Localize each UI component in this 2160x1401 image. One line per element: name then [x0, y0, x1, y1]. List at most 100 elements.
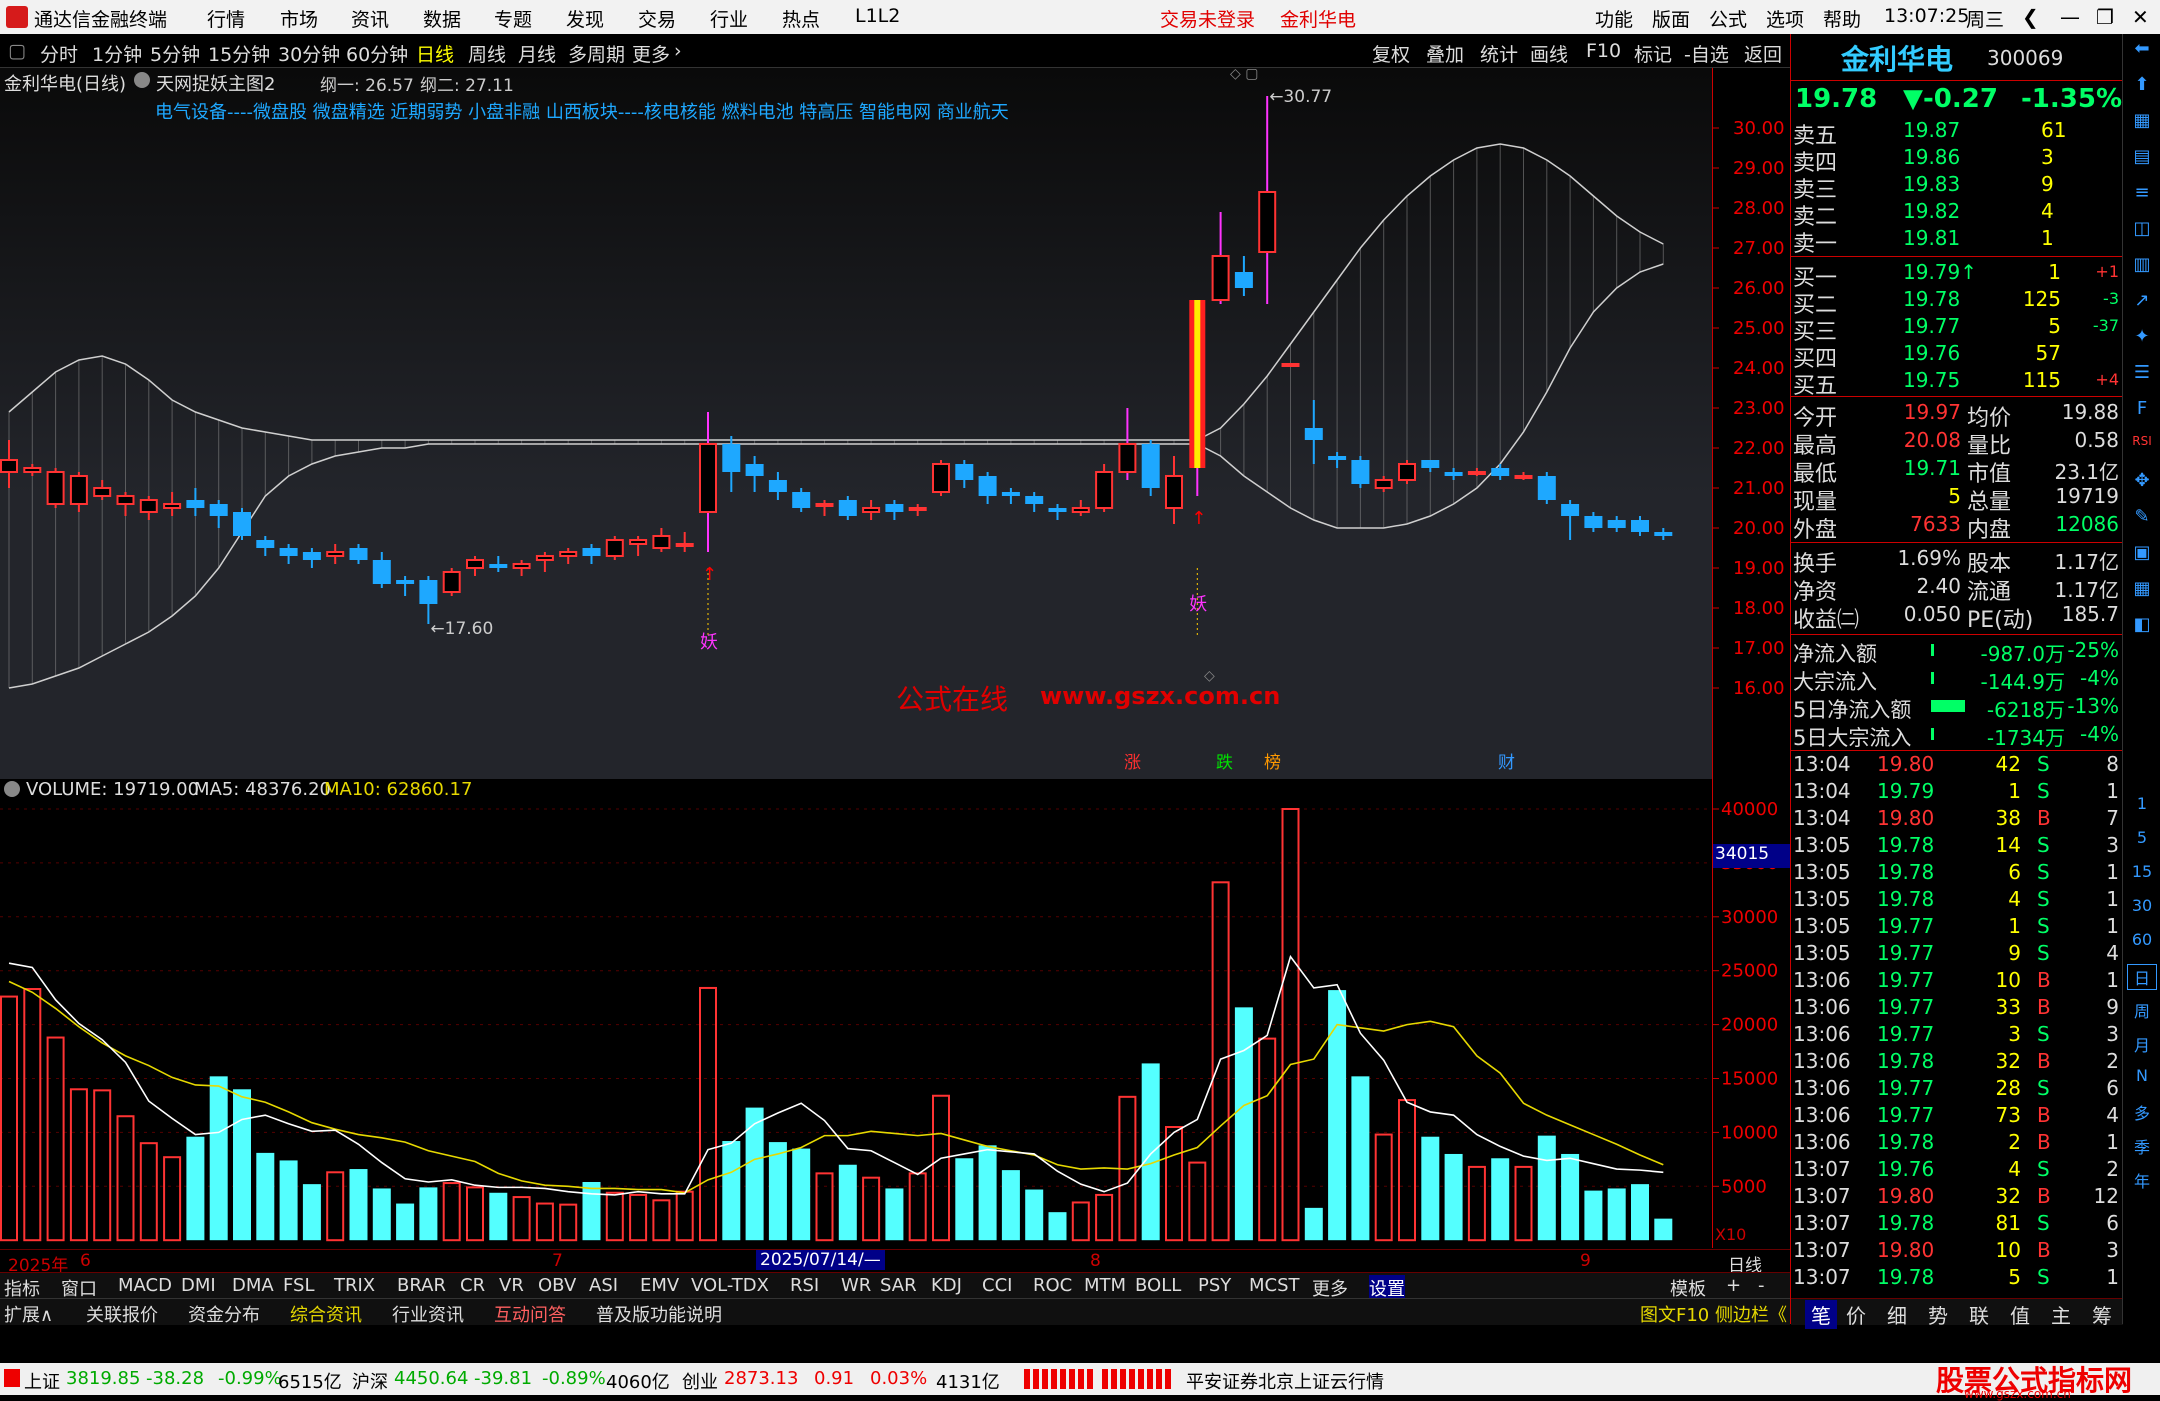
volume-menu-icon[interactable] — [4, 781, 20, 797]
period-weekly[interactable]: 周线 — [468, 40, 506, 67]
indicator-tab-5[interactable]: FSL — [283, 1275, 315, 1296]
sidebar-tab-4[interactable]: 联 — [1969, 1300, 1989, 1329]
minimize-icon[interactable]: — — [2060, 5, 2080, 29]
close-icon[interactable]: ✕ — [2132, 5, 2149, 29]
extension-tab-3[interactable]: 综合资讯 — [290, 1301, 362, 1327]
btn-return[interactable]: 返回 — [1744, 40, 1782, 67]
period-5min[interactable]: 5分钟 — [150, 40, 200, 67]
period-shortcut-3[interactable]: 30 — [2127, 896, 2157, 915]
indicator-tab-3[interactable]: DMI — [181, 1275, 216, 1296]
tool-icon-12[interactable]: ✥ — [2127, 470, 2157, 491]
period-multi[interactable]: 多周期 — [568, 40, 625, 67]
period-shortcut-10[interactable]: 季 — [2127, 1134, 2157, 1158]
tool-icon-16[interactable]: ◧ — [2127, 614, 2157, 635]
volume-svg[interactable] — [0, 779, 1712, 1249]
btn-f10[interactable]: F10 — [1586, 40, 1621, 62]
kline-chart[interactable]: ←30.77 ←17.60 ↑ 妖 ↑ 妖涨 跌 榜 财 金利华电(日线) 天网捉妖主图2 纲一… — [0, 66, 1790, 779]
btn-watchlist[interactable]: -自选 — [1684, 40, 1729, 67]
broker-name[interactable]: 平安证券北京上证云行情 — [1186, 1368, 1384, 1394]
period-shortcut-1[interactable]: 5 — [2127, 828, 2157, 847]
tool-icon-5[interactable]: ◫ — [2127, 218, 2157, 239]
sidebar-toggle[interactable]: 图文F10 侧边栏《 — [1640, 1301, 1787, 1327]
restore-icon[interactable]: ❐ — [2096, 5, 2114, 29]
menu-data[interactable]: 数据 — [423, 5, 461, 32]
btn-stats[interactable]: 统计 — [1480, 40, 1518, 67]
sidebar-tab-0[interactable]: 笔 — [1805, 1300, 1837, 1329]
kline-svg[interactable]: ←30.77 ←17.60 ↑ 妖 ↑ 妖涨 跌 榜 财 — [0, 68, 1712, 779]
period-shortcut-4[interactable]: 60 — [2127, 930, 2157, 949]
menu-trade[interactable]: 交易 — [638, 5, 676, 32]
tool-icon-15[interactable]: ▦ — [2127, 578, 2157, 599]
indicator-tab-8[interactable]: CR — [460, 1275, 485, 1296]
period-shortcut-5[interactable]: 日 — [2127, 964, 2157, 990]
indicator-tab-22[interactable]: PSY — [1198, 1275, 1231, 1296]
indicator-tab-20[interactable]: MTM — [1084, 1275, 1126, 1296]
tool-icon-8[interactable]: ✦ — [2127, 326, 2157, 347]
menu-layout[interactable]: 版面 — [1652, 5, 1690, 32]
sidebar-tab-6[interactable]: 主 — [2051, 1300, 2071, 1329]
index-sh-name[interactable]: 上证 — [24, 1368, 60, 1394]
sidebar-tab-2[interactable]: 细 — [1887, 1300, 1907, 1329]
indicator-name[interactable]: 天网捉妖主图2 — [156, 70, 275, 96]
btn-draw[interactable]: 画线 — [1530, 40, 1568, 67]
period-shortcut-7[interactable]: 月 — [2127, 1032, 2157, 1056]
tool-icon-2[interactable]: ▦ — [2127, 110, 2157, 131]
extension-tab-5[interactable]: 互动问答 — [494, 1301, 566, 1327]
menu-market[interactable]: 行情 — [207, 5, 245, 32]
period-tick[interactable]: 分时 — [40, 40, 78, 67]
diamond-icon[interactable]: ◇ — [1204, 668, 1215, 684]
indicator-tab-19[interactable]: ROC — [1033, 1275, 1072, 1296]
sidebar-tab-1[interactable]: 价 — [1846, 1300, 1866, 1329]
index-cy-name[interactable]: 创业 — [682, 1368, 718, 1394]
back-icon[interactable]: ❮ — [2022, 5, 2039, 29]
menu-formula[interactable]: 公式 — [1709, 5, 1747, 32]
extension-tab-1[interactable]: 关联报价 — [86, 1301, 158, 1327]
extension-tab-4[interactable]: 行业资讯 — [392, 1301, 464, 1327]
period-shortcut-8[interactable]: N — [2127, 1066, 2157, 1085]
indicator-tab-15[interactable]: WR — [841, 1275, 871, 1296]
indicator-tab-21[interactable]: BOLL — [1135, 1275, 1181, 1296]
period-shortcut-6[interactable]: 周 — [2127, 998, 2157, 1022]
menu-help[interactable]: 帮助 — [1823, 5, 1861, 32]
indicator-tab-18[interactable]: CCI — [982, 1275, 1012, 1296]
indicator-tab-17[interactable]: KDJ — [931, 1275, 962, 1296]
indicator-tab-4[interactable]: DMA — [232, 1275, 274, 1296]
sidebar-tab-3[interactable]: 势 — [1928, 1300, 1948, 1329]
menu-discover[interactable]: 发现 — [566, 5, 604, 32]
period-shortcut-2[interactable]: 15 — [2127, 862, 2157, 881]
period-30min[interactable]: 30分钟 — [278, 40, 340, 67]
menu-news[interactable]: 资讯 — [351, 5, 389, 32]
index-sz-name[interactable]: 沪深 — [352, 1368, 388, 1394]
tab-right-2[interactable]: - — [1758, 1275, 1765, 1296]
indicator-tab-7[interactable]: BRAR — [397, 1275, 446, 1296]
indicator-tab-2[interactable]: MACD — [118, 1275, 172, 1296]
indicator-tab-6[interactable]: TRIX — [334, 1275, 375, 1296]
tool-icon-13[interactable]: ✎ — [2127, 506, 2157, 527]
tool-icon-10[interactable]: F — [2127, 398, 2157, 419]
indicator-dropdown-icon[interactable] — [134, 72, 150, 88]
indicator-tab-23[interactable]: MCST — [1249, 1275, 1300, 1296]
menu-topic[interactable]: 专题 — [494, 5, 532, 32]
indicator-tab-11[interactable]: ASI — [589, 1275, 618, 1296]
tool-icon-9[interactable]: ☰ — [2127, 362, 2157, 383]
tool-icon-11[interactable]: RSI — [2127, 434, 2157, 448]
period-shortcut-0[interactable]: 1 — [2127, 794, 2157, 813]
extension-tab-2[interactable]: 资金分布 — [188, 1301, 260, 1327]
period-shortcut-11[interactable]: 年 — [2127, 1168, 2157, 1192]
tool-icon-7[interactable]: ↗ — [2127, 290, 2157, 311]
period-daily[interactable]: 日线 — [416, 40, 454, 67]
indicator-tab-16[interactable]: SAR — [880, 1275, 917, 1296]
tool-icon-6[interactable]: ▥ — [2127, 254, 2157, 275]
tool-icon-1[interactable]: ⬆ — [2127, 74, 2157, 95]
indicator-tab-10[interactable]: OBV — [538, 1275, 576, 1296]
period-shortcut-9[interactable]: 多 — [2127, 1100, 2157, 1124]
tab-right-1[interactable]: + — [1726, 1275, 1741, 1296]
menu-hot[interactable]: 热点 — [782, 5, 820, 32]
menu-market2[interactable]: 市场 — [280, 5, 318, 32]
extension-tab-6[interactable]: 普及版功能说明 — [596, 1301, 722, 1327]
extension-tab-0[interactable]: 扩展∧ — [4, 1301, 53, 1327]
indicator-tab-13[interactable]: VOL-TDX — [691, 1275, 769, 1296]
menu-l1l2[interactable]: L1L2 — [855, 5, 900, 27]
expand-icon[interactable]: ◇ ▢ — [1230, 66, 1258, 82]
volume-chart[interactable]: VOLUME: 19719.00 MA5: 48376.20 MA10: 628… — [0, 779, 1790, 1245]
